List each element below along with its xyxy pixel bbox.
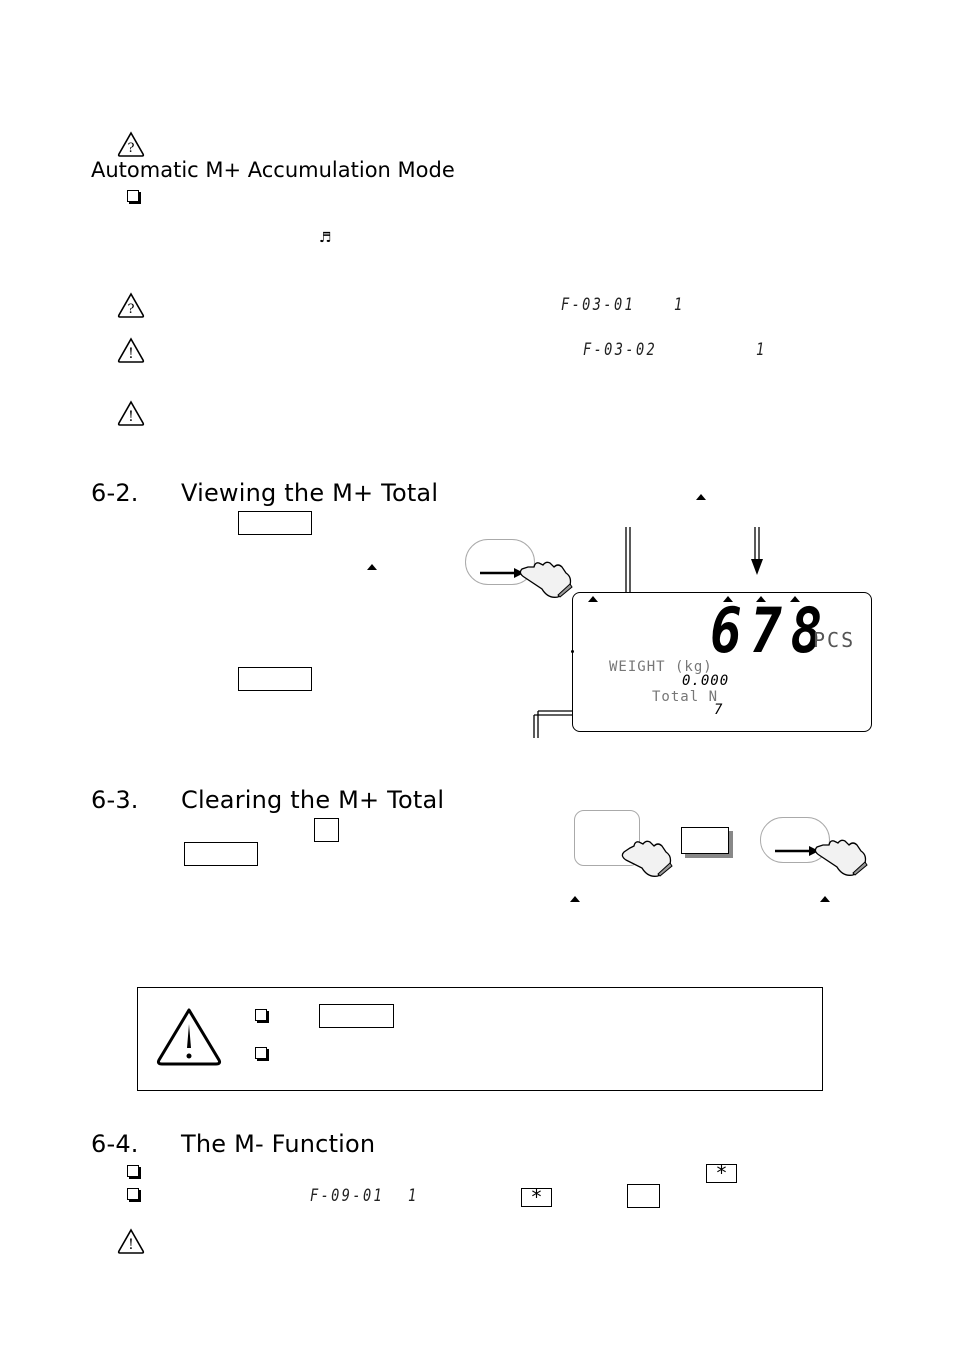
warning-icon: ! xyxy=(117,1228,145,1254)
section-title: Viewing the M+ Total xyxy=(181,479,439,507)
section-heading-6-4: 6-4. The M- Function xyxy=(91,1130,375,1158)
display-value: 1 xyxy=(756,340,767,360)
section-number: 6-4. xyxy=(91,1130,139,1158)
key-button[interactable] xyxy=(184,842,258,866)
section-heading-6-3: 6-3. Clearing the M+ Total xyxy=(91,786,444,814)
lcd-total-label: Total N xyxy=(652,689,719,705)
star-key-button[interactable]: * xyxy=(521,1187,552,1207)
warning-icon xyxy=(156,1008,222,1066)
checkbox-bullet-icon xyxy=(255,1009,267,1021)
indicator-triangle-icon xyxy=(820,896,830,902)
checkbox-bullet-icon xyxy=(127,1165,139,1177)
svg-text:?: ? xyxy=(128,141,135,156)
lcd-total-value: 7 xyxy=(714,702,724,718)
key-button[interactable] xyxy=(627,1184,660,1208)
lcd-indicator-icon xyxy=(588,596,598,602)
lcd-unit: PCS xyxy=(813,628,856,652)
checkbox-bullet-icon xyxy=(127,190,139,202)
lcd-weight-value: 0.000 xyxy=(682,673,730,689)
display-code: F-03-02 xyxy=(583,340,658,360)
svg-text:?: ? xyxy=(128,302,135,317)
music-note-icon: ♬ xyxy=(319,230,332,246)
checkbox-bullet-icon xyxy=(255,1047,267,1059)
warning-icon: ! xyxy=(117,337,145,363)
pressing-hand-icon xyxy=(775,839,868,876)
section-heading-auto-mode: Automatic M+ Accumulation Mode xyxy=(91,158,455,182)
checkbox-bullet-icon xyxy=(127,1188,139,1200)
question-caution-icon: ? xyxy=(117,292,145,318)
caution-note-box xyxy=(137,987,823,1091)
section-title: Clearing the M+ Total xyxy=(181,786,445,814)
display-value: 1 xyxy=(674,295,685,315)
display-code: F-09-01 xyxy=(310,1186,385,1206)
svg-text:!: ! xyxy=(128,409,134,425)
key-button[interactable] xyxy=(319,1004,394,1028)
warning-icon: ! xyxy=(117,400,145,426)
section-number: 6-2. xyxy=(91,479,139,507)
section-heading-6-2: 6-2. Viewing the M+ Total xyxy=(91,479,438,507)
section-title: The M- Function xyxy=(181,1130,376,1158)
key-button[interactable] xyxy=(314,818,339,842)
display-value: 1 xyxy=(408,1186,419,1206)
svg-text:!: ! xyxy=(128,346,134,362)
section-number: 6-3. xyxy=(91,786,139,814)
lcd-dot xyxy=(571,650,574,653)
indicator-triangle-icon xyxy=(696,494,706,500)
svg-text:!: ! xyxy=(128,1237,134,1253)
question-caution-icon: ? xyxy=(117,131,145,157)
display-code: F-03-01 xyxy=(561,295,636,315)
pressing-hand-icon xyxy=(621,840,673,877)
indicator-triangle-icon xyxy=(367,564,377,570)
key-button[interactable] xyxy=(238,511,312,535)
key-button[interactable] xyxy=(238,667,312,691)
indicator-triangle-icon xyxy=(570,896,580,902)
key-button[interactable] xyxy=(681,827,729,854)
star-key-button[interactable]: * xyxy=(706,1163,737,1183)
